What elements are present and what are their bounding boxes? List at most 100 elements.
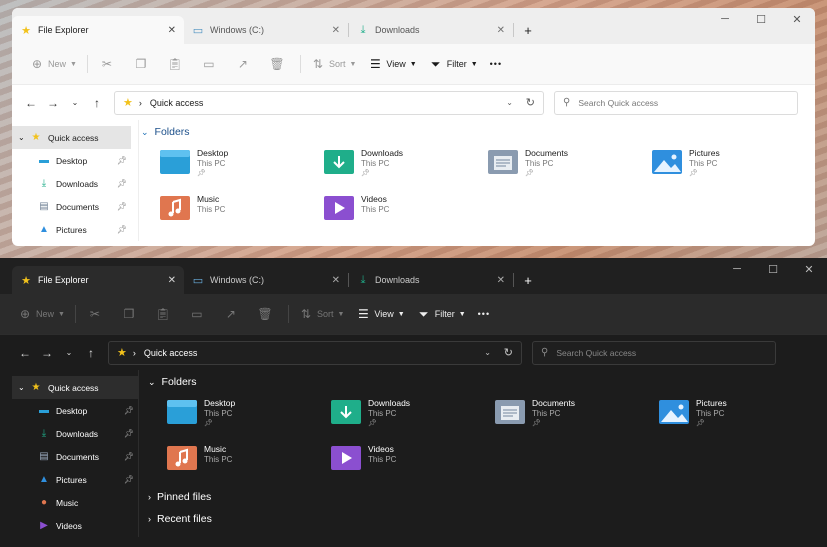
paste-button[interactable]: 📋︎	[148, 300, 182, 328]
sidebar-item-quick-access[interactable]: ⌄ ★ Quick access	[12, 126, 131, 149]
share-button[interactable]: ↗	[228, 50, 262, 78]
address-field[interactable]: ★ › Quick access ⌄ ↻	[114, 90, 544, 115]
sidebar-item-desktop[interactable]: ▬ Desktop 📌︎	[12, 399, 138, 422]
sidebar-item-downloads[interactable]: ⤓ Downloads 📌︎	[12, 422, 138, 445]
close-tab-icon[interactable]: ✕	[497, 25, 505, 36]
up-button[interactable]: ↑	[80, 342, 102, 364]
close-icon[interactable]: ✕	[779, 8, 815, 30]
cut-button[interactable]: ✂	[80, 300, 114, 328]
close-tab-icon[interactable]: ✕	[497, 275, 505, 286]
copy-button[interactable]: ❐	[126, 50, 160, 78]
back-button[interactable]: ←	[20, 92, 42, 114]
more-options-button[interactable]: •••	[484, 50, 508, 78]
folder-tile-downloads[interactable]: Downloads This PC 📌︎	[330, 394, 494, 440]
tab-windows-c[interactable]: ▭ Windows (C:) ✕	[184, 16, 348, 44]
chevron-down-icon: ⌄	[141, 126, 149, 137]
star-icon: ★	[31, 132, 41, 143]
close-tab-icon[interactable]: ✕	[168, 275, 176, 286]
sidebar-item-pictures[interactable]: ▲ Pictures 📌︎	[12, 218, 131, 241]
desktop-folder-icon	[160, 150, 190, 174]
folder-tile-pictures[interactable]: Pictures This PC 📌︎	[658, 394, 822, 440]
address-field[interactable]: ★ › Quick access ⌄ ↻	[108, 340, 522, 365]
rename-button[interactable]: ▭	[182, 300, 216, 328]
sort-button[interactable]: ⇅ Sort ▼	[305, 50, 362, 78]
trash-icon: 🗑︎	[257, 307, 273, 321]
forward-button[interactable]: →	[42, 92, 64, 114]
folder-tile-desktop[interactable]: Desktop This PC 📌︎	[166, 394, 330, 440]
tab-file-explorer[interactable]: ★ File Explorer ✕	[12, 16, 184, 44]
folder-tile-videos[interactable]: Videos This PC	[330, 440, 494, 486]
folder-tile-music[interactable]: Music This PC	[159, 190, 323, 236]
minimize-icon[interactable]: ─	[719, 258, 755, 280]
tab-windows-c[interactable]: ▭ Windows (C:) ✕	[184, 266, 348, 294]
view-button[interactable]: ☰ View ▼	[362, 50, 422, 78]
close-tab-icon[interactable]: ✕	[168, 25, 176, 36]
maximize-icon[interactable]: ☐	[755, 258, 791, 280]
folder-tile-documents[interactable]: Documents This PC 📌︎	[487, 144, 651, 190]
forward-button[interactable]: →	[36, 342, 58, 364]
tab-file-explorer[interactable]: ★ File Explorer ✕	[12, 266, 184, 294]
new-button[interactable]: ⊕ New ▼	[12, 300, 71, 328]
filter-button[interactable]: ⏷ Filter ▼	[411, 300, 472, 328]
close-icon[interactable]: ✕	[791, 258, 827, 280]
scissors-icon: ✂	[89, 307, 100, 321]
new-button[interactable]: ⊕ New ▼	[24, 50, 83, 78]
folder-name: Videos	[361, 194, 387, 204]
delete-button[interactable]: 🗑︎	[262, 50, 296, 78]
share-button[interactable]: ↗	[216, 300, 250, 328]
sidebar-item-music[interactable]: ● Music	[12, 491, 138, 514]
folders-section-header[interactable]: ⌄ Folders	[146, 370, 827, 394]
folder-tile-documents[interactable]: Documents This PC 📌︎	[494, 394, 658, 440]
tab-downloads[interactable]: ⤓ Downloads ✕	[349, 266, 513, 294]
sidebar-item-desktop[interactable]: ▬ Desktop 📌︎	[12, 149, 131, 172]
close-tab-icon[interactable]: ✕	[332, 25, 340, 36]
sidebar-item-documents[interactable]: ▤ Documents 📌︎	[12, 445, 138, 468]
maximize-icon[interactable]: ☐	[743, 8, 779, 30]
recent-locations-button[interactable]: ⌄	[64, 92, 86, 114]
folder-tile-videos[interactable]: Videos This PC	[323, 190, 487, 236]
delete-button[interactable]: 🗑︎	[250, 300, 284, 328]
folder-tile-desktop[interactable]: Desktop This PC 📌︎	[159, 144, 323, 190]
more-options-button[interactable]: •••	[472, 300, 496, 328]
sort-button[interactable]: ⇅ Sort ▼	[293, 300, 350, 328]
copy-button[interactable]: ❐	[114, 300, 148, 328]
minimize-icon[interactable]: ─	[707, 8, 743, 30]
chevron-down-icon[interactable]: ⌄	[18, 133, 30, 142]
pinned-files-section-header[interactable]: › Pinned files	[146, 486, 827, 508]
paste-icon: 📋︎	[155, 307, 171, 321]
folder-tile-downloads[interactable]: Downloads This PC 📌︎	[323, 144, 487, 190]
star-icon: ★	[117, 347, 127, 359]
tab-downloads[interactable]: ⤓ Downloads ✕	[349, 16, 513, 44]
sidebar-item-documents[interactable]: ▤ Documents 📌︎	[12, 195, 131, 218]
sidebar-item-pictures[interactable]: ▲ Pictures 📌︎	[12, 468, 138, 491]
refresh-icon[interactable]: ↻	[504, 346, 513, 359]
refresh-icon[interactable]: ↻	[526, 96, 535, 109]
folder-tile-pictures[interactable]: Pictures This PC 📌︎	[651, 144, 815, 190]
chevron-down-icon[interactable]: ⌄	[18, 383, 30, 392]
sidebar-item-quick-access[interactable]: ⌄ ★ Quick access	[12, 376, 138, 399]
chevron-down-icon[interactable]: ⌄	[484, 348, 491, 357]
new-tab-button[interactable]: +	[514, 16, 542, 44]
recent-locations-button[interactable]: ⌄	[58, 342, 80, 364]
search-input[interactable]: ⚲ Search Quick access	[532, 340, 776, 365]
sidebar-item-downloads[interactable]: ⤓ Downloads 📌︎	[12, 172, 131, 195]
view-button[interactable]: ☰ View ▼	[350, 300, 410, 328]
close-tab-icon[interactable]: ✕	[332, 275, 340, 286]
cut-button[interactable]: ✂	[92, 50, 126, 78]
search-input[interactable]: ⚲ Search Quick access	[554, 90, 798, 115]
pictures-folder-icon	[652, 150, 682, 174]
folder-tile-music[interactable]: Music This PC	[166, 440, 330, 486]
recent-files-section-header[interactable]: › Recent files	[146, 508, 827, 530]
up-button[interactable]: ↑	[86, 92, 108, 114]
sidebar-item-videos[interactable]: ▶ Videos	[12, 514, 138, 537]
section-title: Folders	[161, 376, 197, 388]
paste-button[interactable]: 📋︎	[160, 50, 194, 78]
command-bar: ⊕ New ▼ ✂ ❐ 📋︎ ▭ ↗ 🗑︎ ⇅ Sort ▼ ☰ View ▼ …	[0, 294, 827, 334]
music-icon: ●	[40, 497, 48, 508]
new-tab-button[interactable]: +	[514, 266, 542, 294]
rename-button[interactable]: ▭	[194, 50, 228, 78]
filter-button[interactable]: ⏷ Filter ▼	[423, 50, 484, 78]
back-button[interactable]: ←	[14, 342, 36, 364]
folders-section-header[interactable]: ⌄ Folders	[139, 120, 815, 144]
chevron-down-icon[interactable]: ⌄	[506, 98, 513, 107]
